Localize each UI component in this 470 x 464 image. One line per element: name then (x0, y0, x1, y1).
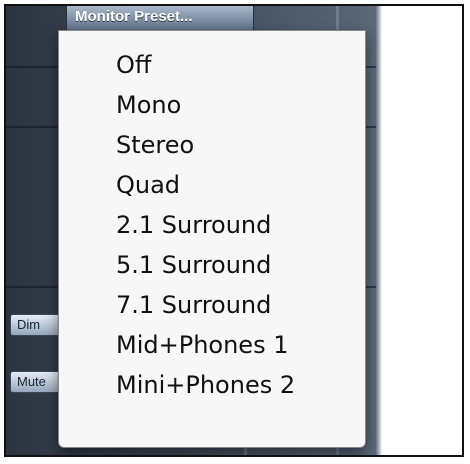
menu-item-stereo[interactable]: Stereo (59, 125, 365, 165)
window-edge (376, 6, 382, 455)
menu-item-2-1-surround[interactable]: 2.1 Surround (59, 205, 365, 245)
monitor-preset-menu: Off Mono Stereo Quad 2.1 Surround 5.1 Su… (58, 30, 366, 448)
menu-item-mono[interactable]: Mono (59, 85, 365, 125)
menu-item-off[interactable]: Off (59, 45, 365, 85)
screenshot-frame: Monitor Preset... Dim Mute Off Mono Ster… (4, 4, 464, 457)
menu-item-quad[interactable]: Quad (59, 165, 365, 205)
menu-item-7-1-surround[interactable]: 7.1 Surround (59, 285, 365, 325)
menu-item-5-1-surround[interactable]: 5.1 Surround (59, 245, 365, 285)
menu-item-mid-phones-1[interactable]: Mid+Phones 1 (59, 325, 365, 365)
right-blank-area (376, 6, 462, 455)
menu-item-mini-phones-2[interactable]: Mini+Phones 2 (59, 365, 365, 405)
monitor-preset-button[interactable]: Monitor Preset... (66, 6, 254, 32)
